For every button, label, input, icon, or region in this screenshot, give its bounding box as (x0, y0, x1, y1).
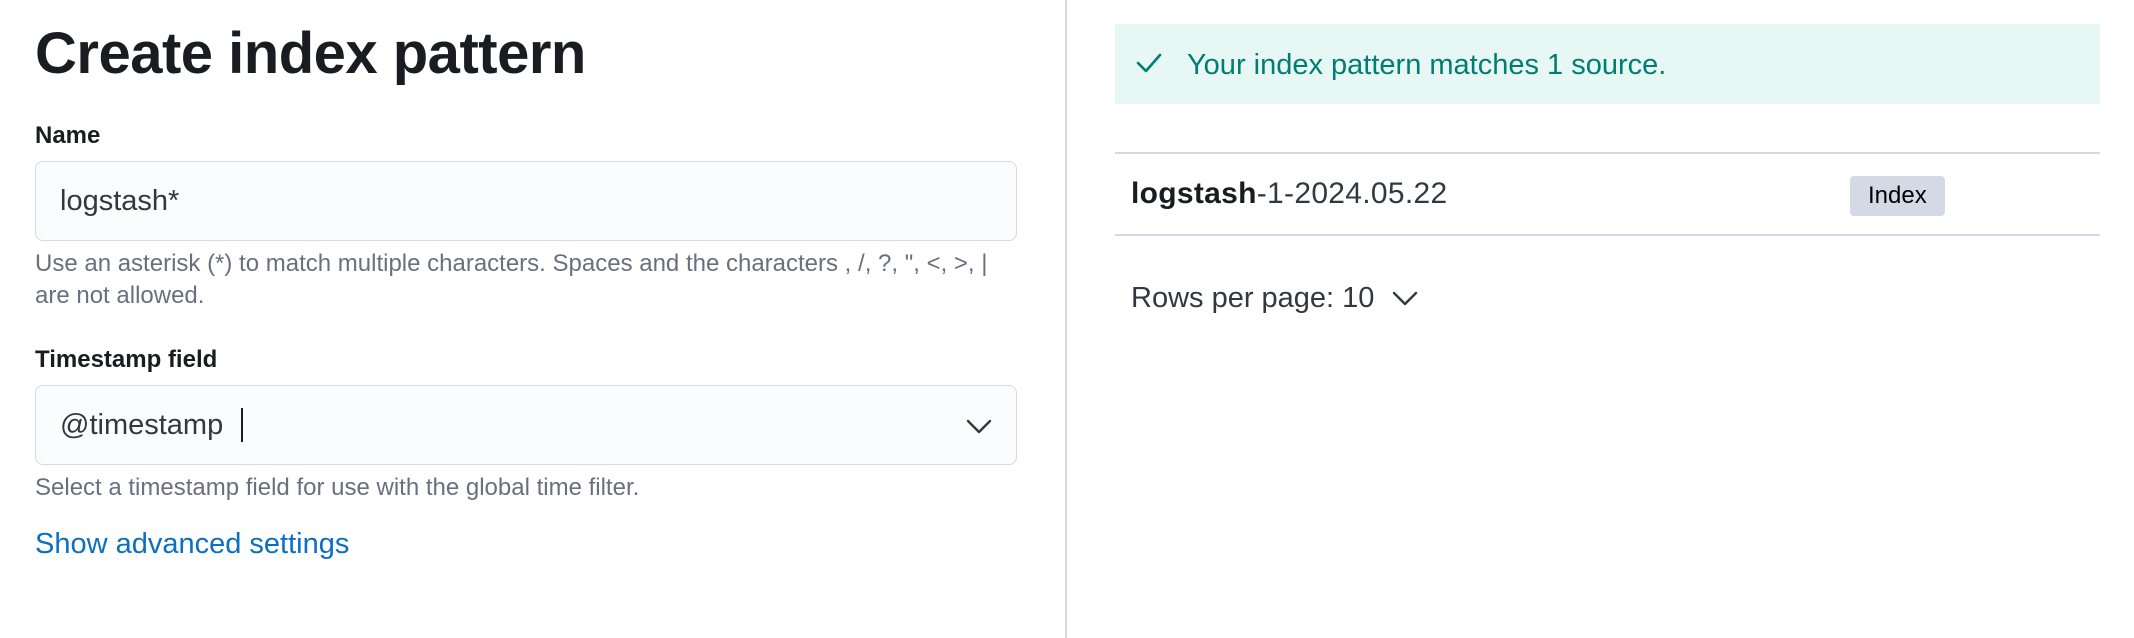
timestamp-field-label: Timestamp field (35, 346, 218, 373)
callout-text: Your index pattern matches 1 source. (1187, 49, 1667, 81)
chevron-down-icon (1393, 291, 1418, 306)
source-name: logstash-1-2024.05.22 (1131, 176, 1447, 212)
show-advanced-settings-link[interactable]: Show advanced settings (35, 526, 349, 562)
timestamp-select-value: @timestamp (60, 408, 224, 441)
check-icon (1136, 53, 1162, 73)
matching-sources-table: logstash-1-2024.05.22 Index (1115, 152, 2100, 236)
match-callout: Your index pattern matches 1 source. (1115, 24, 2100, 104)
text-cursor (241, 408, 244, 442)
timestamp-field-select[interactable]: @timestamp (35, 385, 1017, 465)
page-title: Create index pattern (35, 21, 586, 86)
rows-per-page-label: Rows per page: 10 (1131, 282, 1375, 314)
name-field-label: Name (35, 122, 101, 149)
panel-divider (1065, 0, 1067, 638)
timestamp-help-text: Select a timestamp field for use with th… (35, 474, 640, 501)
source-type-badge: Index (1850, 176, 1945, 216)
create-index-pattern-form: Create index pattern Name logstash* Use … (0, 0, 1064, 638)
name-input[interactable]: logstash* (35, 161, 1017, 241)
rows-per-page-button[interactable]: Rows per page: 10 (1131, 280, 1418, 316)
name-help-text: Use an asterisk (*) to match multiple ch… (35, 250, 988, 309)
source-name-rest: -1-2024.05.22 (1256, 177, 1448, 210)
chevron-down-icon (966, 419, 992, 434)
source-name-match: logstash (1131, 177, 1257, 210)
table-row: logstash-1-2024.05.22 Index (1115, 154, 2100, 234)
name-input-value: logstash* (60, 184, 180, 217)
